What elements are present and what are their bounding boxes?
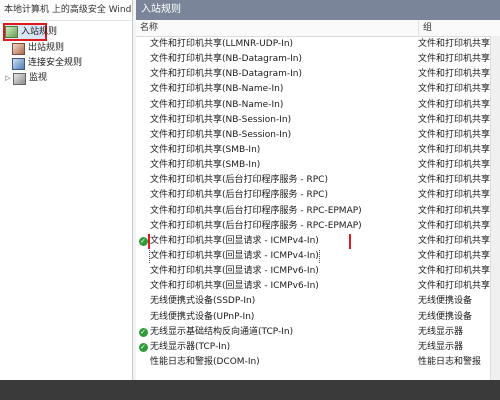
- rule-row[interactable]: 文件和打印机共享(SMB-In) 文件和打印机共享: [136, 158, 500, 173]
- rule-row[interactable]: 无线便携式设备(SSDP-In) 无线便携设备: [136, 294, 500, 309]
- tree-root-title[interactable]: 本地计算机 上的高级安全 Windows: [0, 0, 132, 21]
- rule-group: 文件和打印机共享: [418, 266, 491, 277]
- enabled-check-icon: ✓: [138, 327, 148, 337]
- rule-name: 无线便携式设备(SSDP-In): [150, 296, 256, 307]
- rule-group: 文件和打印机共享: [418, 281, 491, 292]
- rule-group: 文件和打印机共享: [418, 99, 491, 110]
- rule-group: 文件和打印机共享: [418, 144, 491, 155]
- rule-name: 文件和打印机共享(回显请求 - ICMPv6-In): [150, 266, 319, 277]
- rule-row[interactable]: 无线便携式设备(UPnP-In) 无线便携设备: [136, 310, 500, 325]
- expand-arrow-icon[interactable]: ▷: [4, 71, 12, 86]
- rule-group: 性能日志和警报: [418, 356, 482, 367]
- rule-group: 文件和打印机共享: [418, 160, 491, 171]
- rule-row[interactable]: 文件和打印机共享(后台打印程序服务 - RPC) 文件和打印机共享: [136, 188, 500, 203]
- rule-row[interactable]: 文件和打印机共享(NB-Datagram-In) 文件和打印机共享: [136, 67, 500, 82]
- rule-group: 文件和打印机共享: [418, 175, 491, 186]
- rule-name: 文件和打印机共享(SMB-In): [150, 144, 261, 155]
- rule-name: 文件和打印机共享(NB-Datagram-In): [150, 69, 302, 80]
- navigation-tree-pane: 本地计算机 上的高级安全 Windows 入站规则出站规则连接安全规则 ▷ 监视: [0, 0, 133, 380]
- taskbar-strip: [0, 380, 500, 400]
- rule-row[interactable]: 文件和打印机共享(NB-Session-In) 文件和打印机共享: [136, 128, 500, 143]
- enabled-check-icon: ✓: [138, 342, 148, 352]
- rule-row[interactable]: 文件和打印机共享(SMB-In) 文件和打印机共享: [136, 143, 500, 158]
- rule-name: 文件和打印机共享(后台打印程序服务 - RPC): [150, 175, 328, 186]
- rule-name: 文件和打印机共享(SMB-In): [150, 160, 261, 171]
- rule-group: 文件和打印机共享: [418, 84, 491, 95]
- rule-name: 文件和打印机共享(NB-Datagram-In): [150, 54, 302, 65]
- rule-name: 无线便携式设备(UPnP-In): [150, 311, 255, 322]
- rule-group: 无线便携设备: [418, 311, 473, 322]
- rule-group: 文件和打印机共享: [418, 250, 491, 261]
- rule-row[interactable]: 文件和打印机共享(回显请求 - ICMPv6-In) 文件和打印机共享: [136, 264, 500, 279]
- rule-name: 文件和打印机共享(后台打印程序服务 - RPC-EPMAP): [150, 220, 362, 231]
- column-header-row: 名称 组: [136, 20, 500, 37]
- rule-group: 文件和打印机共享: [418, 54, 491, 65]
- rule-name: 无线显示器(TCP-In): [150, 341, 231, 352]
- rule-name: 文件和打印机共享(NB-Name-In): [150, 84, 284, 95]
- rule-name: 文件和打印机共享(NB-Session-In): [150, 129, 292, 140]
- rule-row[interactable]: 文件和打印机共享(NB-Session-In) 文件和打印机共享: [136, 113, 500, 128]
- connection-security-icon: [12, 57, 25, 70]
- rule-group: 文件和打印机共享: [418, 220, 491, 231]
- rule-name: 文件和打印机共享(回显请求 - ICMPv4-In): [148, 233, 351, 249]
- rule-group: 文件和打印机共享: [418, 39, 491, 49]
- rule-name: 文件和打印机共享(后台打印程序服务 - RPC-EPMAP): [150, 205, 362, 216]
- tree-item-label: 监视: [29, 73, 48, 83]
- rule-group: 无线显示器: [418, 326, 464, 337]
- tree-item-label: 出站规则: [28, 43, 65, 53]
- tree-item-label: 入站规则: [21, 26, 58, 37]
- rule-group: 无线显示器: [418, 341, 464, 352]
- tree-item-4[interactable]: ▷ 监视: [0, 71, 132, 86]
- rule-group: 文件和打印机共享: [418, 235, 491, 246]
- rule-row[interactable]: ✓ 无线显示基础结构反向通道(TCP-In) 无线显示器: [136, 325, 500, 340]
- rule-row[interactable]: 文件和打印机共享(后台打印程序服务 - RPC-EPMAP) 文件和打印机共享: [136, 219, 500, 234]
- rule-row[interactable]: 文件和打印机共享(LLMNR-UDP-In) 文件和打印机共享: [136, 37, 500, 52]
- rule-name: 文件和打印机共享(回显请求 - ICMPv4-In): [149, 248, 320, 265]
- tree-item-2[interactable]: 出站规则: [0, 41, 132, 56]
- outbound-rules-icon: [12, 42, 25, 55]
- rule-name: 文件和打印机共享(NB-Session-In): [150, 114, 292, 125]
- rule-name: 无线显示基础结构反向通道(TCP-In): [150, 326, 294, 337]
- rule-row[interactable]: ✓ 文件和打印机共享(回显请求 - ICMPv4-In) 文件和打印机共享: [136, 233, 500, 249]
- rule-name: 文件和打印机共享(回显请求 - ICMPv6-In): [150, 281, 319, 292]
- monitor-icon: [13, 72, 26, 85]
- rule-group: 文件和打印机共享: [418, 205, 491, 216]
- enabled-check-icon: ✓: [138, 236, 148, 246]
- rules-list: 文件和打印机共享(LLMNR-UDP-In) 文件和打印机共享 文件和打印机共享(N…: [136, 37, 500, 370]
- pane-title: 入站规则: [136, 0, 500, 20]
- column-header-name[interactable]: 名称: [136, 20, 419, 36]
- rule-row[interactable]: 性能日志和警报(DCOM-In) 性能日志和警报: [136, 355, 500, 370]
- rule-row[interactable]: 文件和打印机共享(NB-Name-In) 文件和打印机共享: [136, 98, 500, 113]
- rule-name: 文件和打印机共享(后台打印程序服务 - RPC): [150, 190, 328, 201]
- rule-name: 文件和打印机共享(NB-Name-In): [150, 99, 284, 110]
- inbound-rules-icon: [5, 26, 18, 38]
- tree-item-3[interactable]: 连接安全规则: [0, 56, 132, 71]
- rule-name: 性能日志和警报(DCOM-In): [150, 356, 260, 367]
- rule-row[interactable]: 文件和打印机共享(后台打印程序服务 - RPC) 文件和打印机共享: [136, 173, 500, 188]
- rule-row[interactable]: 文件和打印机共享(后台打印程序服务 - RPC-EPMAP) 文件和打印机共享: [136, 204, 500, 219]
- rule-group: 无线便携设备: [418, 296, 473, 307]
- rule-group: 文件和打印机共享: [418, 190, 491, 201]
- rule-row[interactable]: 文件和打印机共享(NB-Datagram-In) 文件和打印机共享: [136, 52, 500, 67]
- rule-row[interactable]: 文件和打印机共享(回显请求 - ICMPv6-In) 文件和打印机共享: [136, 279, 500, 294]
- rule-row[interactable]: 文件和打印机共享(NB-Name-In) 文件和打印机共享: [136, 82, 500, 97]
- tree-item-label: 连接安全规则: [28, 58, 83, 68]
- rule-name: 文件和打印机共享(LLMNR-UDP-In): [150, 39, 294, 49]
- column-header-group[interactable]: 组: [419, 20, 500, 36]
- rule-group: 文件和打印机共享: [418, 129, 491, 140]
- tree-item-1[interactable]: 入站规则: [3, 23, 57, 41]
- rule-group: 文件和打印机共享: [418, 114, 491, 125]
- rule-group: 文件和打印机共享: [418, 69, 491, 80]
- inbound-rules-pane: 入站规则 名称 组 文件和打印机共享(LLMNR-UDP-In) 文件和打印机共享…: [136, 0, 500, 380]
- rule-row[interactable]: 文件和打印机共享(回显请求 - ICMPv4-In) 文件和打印机共享: [136, 248, 500, 265]
- vertical-scrollbar[interactable]: [490, 36, 500, 380]
- rule-row[interactable]: ✓ 无线显示器(TCP-In) 无线显示器: [136, 340, 500, 355]
